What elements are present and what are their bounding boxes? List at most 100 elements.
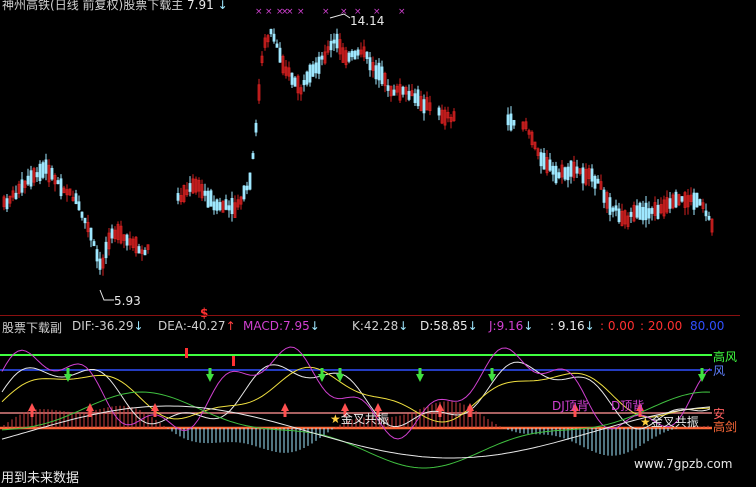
stock-name: 神州高铁 [2, 0, 51, 12]
low-marker [99, 289, 114, 301]
candle-body [272, 33, 276, 42]
candle-body [317, 56, 321, 74]
candle-body [593, 175, 597, 189]
candle-body [368, 57, 372, 71]
signal-mark: × [286, 7, 294, 17]
candle-body [77, 201, 81, 211]
candle-body [581, 167, 585, 184]
signal-mark: × [398, 7, 406, 17]
candle-body [314, 62, 318, 74]
candle-body [422, 99, 426, 114]
candlestick-series: × × ××× × × × × × × [2, 7, 714, 301]
signal-bar [232, 356, 235, 366]
candle-body [29, 170, 33, 187]
candle-body [227, 205, 231, 211]
candle-body [35, 172, 39, 178]
candle-body [548, 159, 552, 171]
candle-body [575, 166, 579, 174]
candle-body [674, 191, 678, 208]
candle-body [245, 185, 249, 191]
candle-body [596, 178, 600, 184]
future-data-note: 用到未来数据 [1, 471, 80, 486]
candle-body [59, 178, 63, 197]
candle-body [335, 33, 339, 49]
candle-body [74, 193, 78, 205]
candle-body [5, 198, 9, 210]
candle-body [377, 62, 381, 81]
candle-body [401, 86, 405, 95]
candle-body [20, 179, 24, 193]
arrow-stem [490, 368, 494, 374]
watermark: www.7gpzb.com [634, 457, 733, 471]
candle-body [629, 211, 633, 217]
candle-body [251, 153, 255, 159]
candle-body [254, 122, 258, 133]
candle-body [44, 159, 48, 174]
candle-body [365, 51, 369, 60]
dj-top-divergence-label: DJ顶背 [552, 399, 589, 413]
candle-body [704, 210, 708, 217]
candle-body [668, 198, 672, 209]
dea-readout: DEA:-40.27↑ [158, 319, 236, 333]
candle-body [290, 72, 294, 85]
candle-body [218, 202, 222, 211]
candle-body [188, 183, 192, 192]
candle-body [551, 165, 555, 175]
signal-bar [185, 348, 188, 358]
buy-arrow [436, 403, 444, 411]
right-label-high-sword: 高剑 [713, 420, 738, 434]
candle-body [650, 208, 654, 214]
value4-readout: 80.00 [690, 319, 725, 333]
candle-body [203, 190, 207, 196]
j-readout: J:9.16↓ [489, 319, 534, 333]
sub-indicator-name: 股票下载副 [2, 321, 63, 335]
candle-body [212, 201, 216, 211]
candle-body [569, 160, 573, 177]
candle-body [83, 217, 87, 224]
candle-body [656, 204, 660, 219]
price-high-label: 14.14 [350, 14, 385, 28]
candle-body [311, 64, 315, 77]
candle-body [692, 192, 696, 210]
golden-cross-label-2: ★金叉共振 [640, 415, 699, 429]
signal-mark: × [297, 7, 305, 17]
signal-mark: × [265, 7, 273, 17]
candle-body [14, 192, 18, 200]
candle-body [143, 249, 147, 256]
candle-body [512, 119, 516, 126]
candle-body [242, 185, 246, 200]
candle-body [176, 193, 180, 201]
candle-body [707, 215, 711, 220]
candle-body [125, 234, 129, 246]
candle-body [416, 89, 420, 107]
candle-body [392, 89, 396, 96]
candle-body [542, 152, 546, 170]
candle-body [617, 208, 621, 223]
sell-arrow [336, 374, 344, 382]
candle-body [635, 205, 639, 218]
candle-body [230, 197, 234, 215]
buy-arrow [151, 403, 159, 411]
candle-body [413, 93, 417, 103]
arrow-stem [320, 368, 324, 374]
period-adjust: (日线 前复权) [50, 0, 124, 12]
candle-body [608, 197, 612, 215]
candle-body [98, 258, 102, 270]
candle-body [566, 166, 570, 181]
candle-body [347, 52, 351, 62]
candle-body [26, 175, 30, 185]
candle-body [506, 114, 510, 126]
price-low-label: 5.93 [114, 294, 141, 308]
candle-body [539, 152, 543, 167]
candle-body [56, 180, 60, 185]
candle-body [638, 202, 642, 220]
sell-arrow [318, 374, 326, 382]
value1-readout: : 9.16↓ [550, 319, 595, 333]
main-chart-header: 神州高铁(日线 前复权)股票下载主 7.91 ↓ [2, 0, 228, 13]
sell-arrow [416, 374, 424, 382]
candle-body [356, 49, 360, 56]
candle-body [644, 202, 648, 221]
arrow-stem [66, 368, 70, 374]
candle-body [206, 190, 210, 208]
candle-body [41, 162, 45, 178]
